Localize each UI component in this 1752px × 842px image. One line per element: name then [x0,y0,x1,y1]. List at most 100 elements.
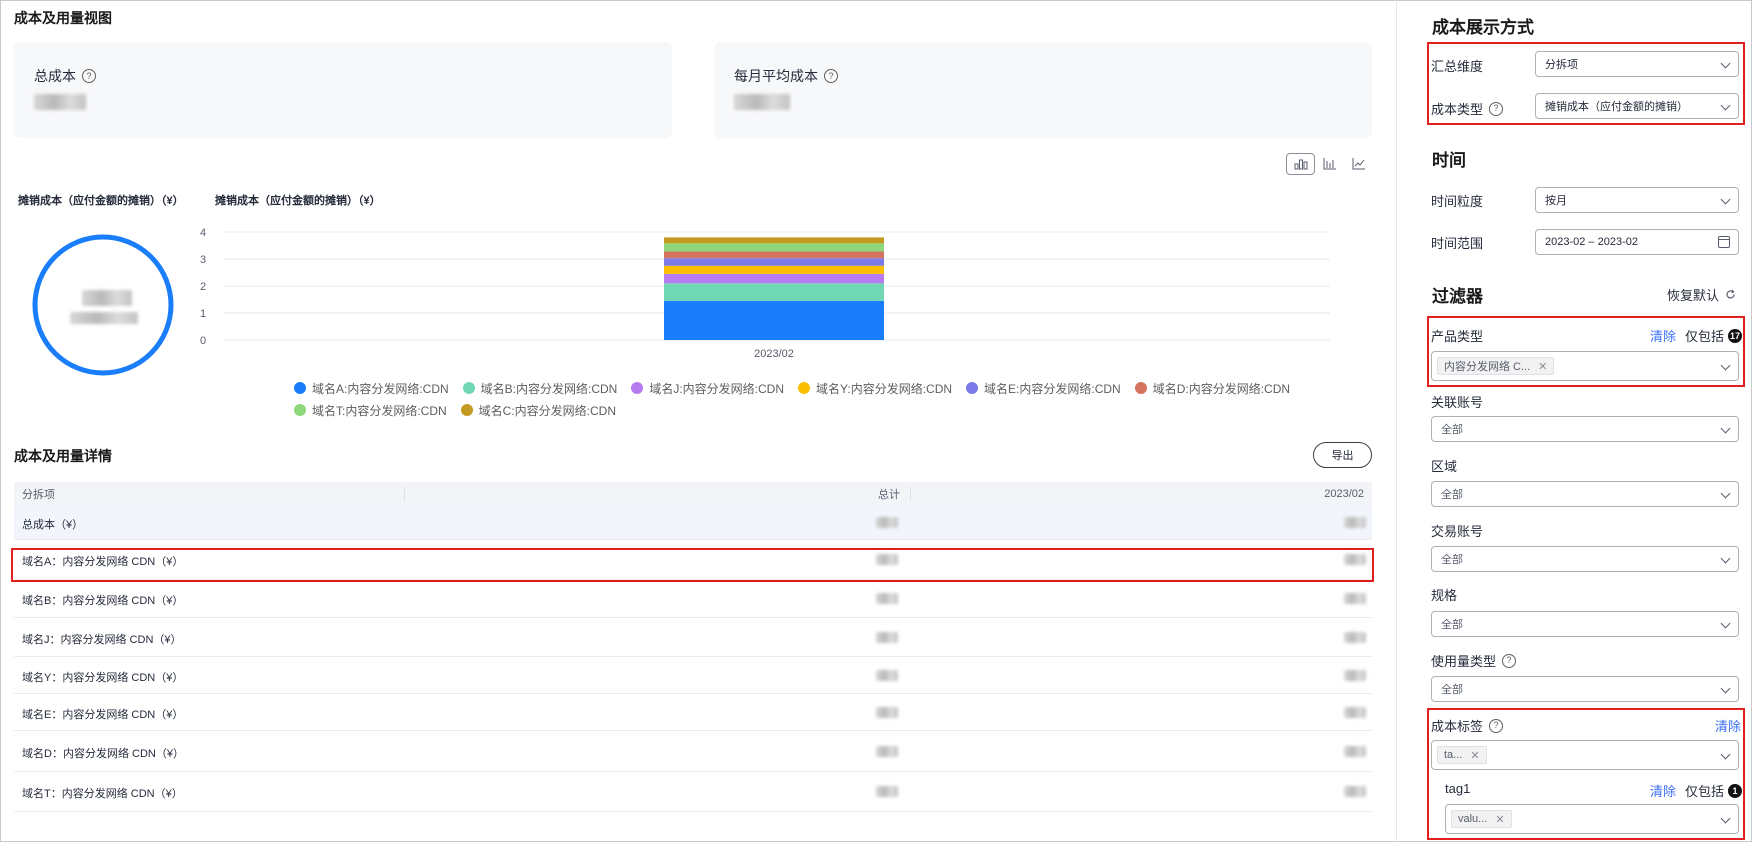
region-label: 区域 [1431,459,1458,474]
legend-swatch [798,382,811,394]
line-chart-icon[interactable] [1344,153,1373,175]
total-value-blurred [876,669,898,681]
bar-segment[interactable] [664,243,884,252]
settings-sidebar: 成本展示方式 汇总维度 分拆项 成本类型 ? 摊销成本（应付金额的摊销） 时间 … [1396,0,1752,842]
monthly-avg-label: 每月平均成本 ? [734,66,838,86]
usage-type-select[interactable]: 全部 [1431,676,1739,702]
total-value-blurred [876,706,898,718]
bar-chart-icon[interactable] [1286,153,1315,175]
reset-defaults-text: 恢复默认 [1667,288,1720,303]
refresh-icon [1726,289,1735,299]
total-value-blurred [876,517,898,528]
bar-segment[interactable] [664,251,884,259]
highlight-cost-tag-filter [1427,708,1745,840]
table-row[interactable]: 域名D：内容分发网络 CDN（¥） [14,731,1372,772]
usage-type-value: 全部 [1441,684,1463,696]
column-header-breakdown[interactable]: 分拆项 [22,486,55,502]
linked-account-value: 全部 [1441,424,1463,436]
legend-item[interactable]: 域名C:内容分发网络:CDN [460,402,617,418]
overview-title: 成本及用量视图 [14,10,112,26]
table-row[interactable]: 域名Y：内容分发网络 CDN（¥） [14,657,1372,694]
column-header-total[interactable]: 总计 [878,486,900,502]
table-row[interactable]: 域名T：内容分发网络 CDN（¥） [14,772,1372,812]
bar-segment[interactable] [664,258,884,266]
spec-label: 规格 [1431,588,1458,603]
legend-label: 域名B:内容分发网络:CDN [480,381,618,396]
table-row[interactable]: 域名E：内容分发网络 CDN（¥） [14,694,1372,731]
bar-segment[interactable] [664,237,884,244]
help-icon[interactable]: ? [824,69,838,83]
chevron-down-icon [1720,194,1731,205]
region-select[interactable]: 全部 [1431,481,1739,507]
legend-label: 域名Y:内容分发网络:CDN [816,381,953,396]
legend-item[interactable]: 域名E:内容分发网络:CDN [966,380,1121,396]
legend-item[interactable]: 域名B:内容分发网络:CDN [462,380,618,396]
trade-account-select[interactable]: 全部 [1431,546,1739,572]
chevron-down-icon [1720,553,1731,564]
x-tick-label: 2023/02 [754,348,794,360]
details-title: 成本及用量详情 [14,448,112,464]
monthly-avg-value-blurred [734,94,790,110]
legend-label: 域名C:内容分发网络:CDN [478,403,617,418]
chevron-down-icon [1720,423,1731,434]
donut-subvalue-blurred [70,312,138,324]
chevron-down-icon [1720,618,1731,629]
total-cost-label: 总成本 ? [34,66,96,86]
linked-account-label: 关联账号 [1431,395,1484,410]
month-value-blurred [1344,631,1366,643]
total-cost-value-blurred [34,94,86,110]
legend-item[interactable]: 域名T:内容分发网络:CDN [294,402,447,418]
highlight-product-filter [1427,316,1745,387]
bar-segment[interactable] [664,283,884,301]
bar-segment[interactable] [664,300,884,340]
monthly-avg-card: 每月平均成本 ? [714,42,1372,138]
linked-account-select[interactable]: 全部 [1431,416,1739,442]
bar-segment[interactable] [664,273,884,284]
table-row[interactable]: 总成本（¥） [14,506,1372,540]
row-label: 域名T：内容分发网络 CDN（¥） [22,788,183,800]
month-value-blurred [1344,669,1366,681]
y-tick-label: 0 [200,335,206,347]
total-value-blurred [876,593,898,604]
legend-label: 域名D:内容分发网络:CDN [1152,381,1291,396]
help-icon[interactable]: ? [82,69,96,83]
legend-label: 域名J:内容分发网络:CDN [649,381,785,396]
column-divider[interactable] [910,487,911,501]
legend-swatch [294,404,306,416]
row-label: 域名E：内容分发网络 CDN（¥） [22,708,184,721]
main-panel: 成本及用量视图 总成本 ? 每月平均成本 ? 摊销成本（应付金额的摊销）（¥） … [0,0,1396,842]
total-value-blurred [876,745,898,757]
row-label: 域名Y：内容分发网络 CDN（¥） [22,671,184,684]
table-row[interactable]: 域名J：内容分发网络 CDN（¥） [14,618,1372,657]
legend-item[interactable]: 域名Y:内容分发网络:CDN [798,380,952,396]
column-divider[interactable] [404,487,405,501]
column-chart-icon[interactable] [1315,153,1344,175]
legend-item[interactable]: 域名A:内容分发网络:CDN [294,380,449,396]
row-label: 域名B：内容分发网络 CDN（¥） [22,595,184,607]
export-button[interactable]: 导出 [1313,442,1372,468]
trade-account-label: 交易账号 [1431,524,1484,539]
time-range-picker[interactable]: 2023-02 – 2023-02 [1535,229,1739,255]
legend-swatch [462,382,475,394]
y-tick-label: 4 [200,227,206,239]
spec-select[interactable]: 全部 [1431,611,1739,637]
column-header-month[interactable]: 2023/02 [1324,488,1364,500]
calendar-icon[interactable] [1718,236,1730,248]
legend-label: 域名T:内容分发网络:CDN [312,403,447,418]
legend-item[interactable]: 域名D:内容分发网络:CDN [1134,380,1291,396]
filter-title: 过滤器 [1432,287,1483,306]
help-icon[interactable]: ? [1502,653,1517,668]
month-value-blurred [1344,786,1366,797]
chart-view-switch [1286,153,1373,175]
spec-value: 全部 [1441,619,1463,631]
y-tick-label: 2 [200,281,206,293]
bar-segment[interactable] [664,265,884,274]
reset-defaults-button[interactable]: 恢复默认 [1667,285,1736,304]
legend-item[interactable]: 域名J:内容分发网络:CDN [631,380,784,396]
chevron-down-icon [1720,488,1731,499]
row-label: 总成本（¥） [22,519,84,531]
donut-title: 摊销成本（应付金额的摊销）（¥） [18,195,184,207]
table-row[interactable]: 域名B：内容分发网络 CDN（¥） [14,580,1372,618]
time-granularity-select[interactable]: 按月 [1535,187,1739,213]
highlight-display-settings [1427,42,1745,125]
